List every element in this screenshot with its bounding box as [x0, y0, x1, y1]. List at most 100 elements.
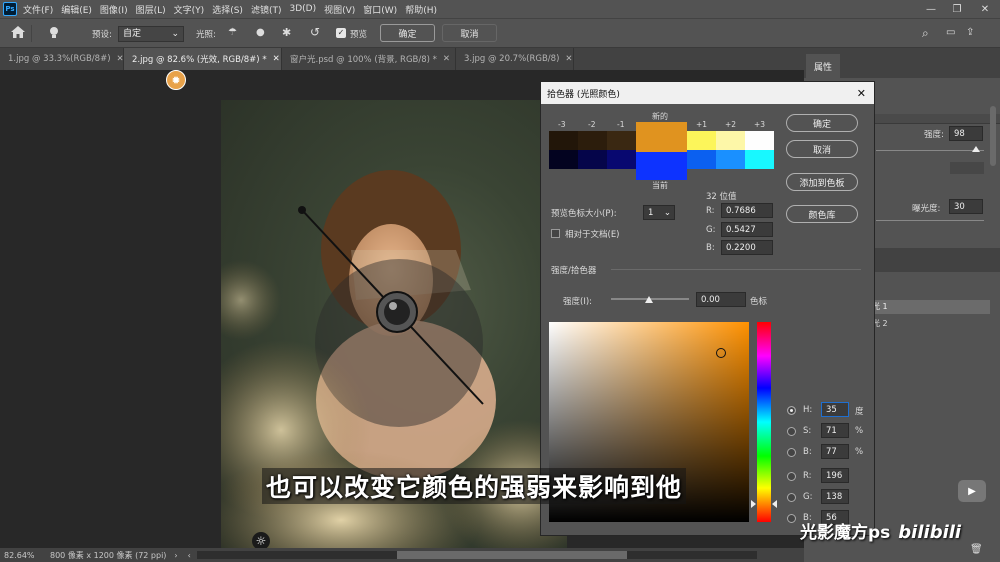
options-cancel-button[interactable]: 取消	[442, 24, 497, 42]
menu-filter[interactable]: 滤镜(T)	[251, 3, 282, 16]
variant-swatch-bottom[interactable]	[716, 150, 745, 169]
variant-swatch-bottom[interactable]	[578, 150, 607, 169]
preset-dropdown[interactable]: 自定 ⌄	[118, 26, 184, 42]
hue-marker-left-icon[interactable]	[751, 500, 756, 508]
color-field-cursor-icon[interactable]	[716, 348, 726, 358]
variant-swatch-top[interactable]	[687, 131, 716, 150]
dialog-cancel-button[interactable]: 取消	[786, 140, 858, 158]
bits-label: 32 位值	[706, 192, 737, 202]
workspace-icon[interactable]: ▭	[946, 27, 955, 38]
menu-3d[interactable]: 3D(D)	[289, 4, 316, 14]
menu-layer[interactable]: 图层(L)	[136, 3, 166, 16]
variant-swatch-bottom[interactable]	[687, 150, 716, 169]
infinite-light-widget-icon[interactable]: ✹	[166, 70, 186, 90]
g-float-field[interactable]: 0.5427	[721, 222, 773, 237]
dialog-ok-button[interactable]: 确定	[786, 114, 858, 132]
rgb-b-radio[interactable]	[787, 514, 796, 523]
tab-doc-2[interactable]: 2.jpg @ 82.6% (光效, RGB/8#) * ✕	[124, 48, 282, 70]
variant-swatch-top[interactable]	[549, 131, 578, 150]
spot-light-icon[interactable]: ☂	[228, 27, 237, 38]
reset-icon[interactable]: ↺	[310, 25, 320, 39]
intensity-field[interactable]: 0.00	[696, 292, 746, 307]
g-field[interactable]: 138	[821, 489, 849, 504]
variant-swatch-top[interactable]	[607, 131, 636, 150]
horizontal-scrollbar[interactable]	[196, 551, 757, 559]
document-tabs: 1.jpg @ 33.3%(RGB/8#) ✕ 2.jpg @ 82.6% (光效…	[0, 48, 804, 70]
b-field[interactable]: 77	[821, 444, 849, 459]
trash-icon[interactable]: 🗑	[970, 544, 983, 555]
relative-to-doc-checkbox[interactable]	[551, 229, 560, 238]
g-radio[interactable]	[787, 493, 796, 502]
tab-doc-3[interactable]: 窗户光.psd @ 100% (背景, RGB/8) * ✕	[282, 48, 456, 70]
relative-to-doc-label: 相对于文档(E)	[565, 230, 620, 240]
tab-doc-3-label: 窗户光.psd @ 100% (背景, RGB/8) *	[290, 55, 437, 65]
dialog-close-icon[interactable]: ✕	[857, 87, 866, 100]
s-field[interactable]: 71	[821, 423, 849, 438]
close-window-icon[interactable]: ✕	[972, 0, 998, 18]
hue-slider[interactable]	[757, 322, 771, 522]
close-tab-icon[interactable]: ✕	[117, 54, 124, 64]
chevron-right-icon[interactable]: ›	[174, 551, 177, 560]
hue-marker-right-icon[interactable]	[772, 500, 777, 508]
preview-size-select[interactable]: 1 ⌄	[643, 205, 675, 220]
home-icon[interactable]	[10, 25, 32, 42]
scrollbar-thumb[interactable]	[396, 551, 627, 559]
menu-type[interactable]: 文字(Y)	[174, 3, 205, 16]
zoom-level[interactable]: 82.64%	[4, 551, 44, 560]
add-to-swatches-button[interactable]: 添加到色板	[786, 173, 858, 191]
menu-bar: Ps 文件(F) 编辑(E) 图像(I) 图层(L) 文字(Y) 选择(S) 滤…	[0, 0, 1000, 18]
preset-value: 自定	[123, 29, 142, 39]
close-tab-icon[interactable]: ✕	[565, 54, 572, 64]
slider-handle-icon[interactable]	[645, 296, 653, 303]
menu-edit[interactable]: 编辑(E)	[61, 3, 92, 16]
panel-scrollbar[interactable]	[990, 106, 996, 166]
scroll-left-icon[interactable]: ‹	[188, 551, 191, 560]
menu-window[interactable]: 窗口(W)	[363, 3, 397, 16]
tab-properties[interactable]: 属性	[806, 54, 840, 78]
slider-handle-icon[interactable]	[972, 146, 980, 152]
preview-checkbox[interactable]: ✓	[336, 28, 346, 38]
panel-color-swatch[interactable]	[950, 162, 984, 174]
preset-label: 预设:	[92, 30, 112, 40]
minimize-icon[interactable]: —	[918, 0, 944, 18]
search-icon[interactable]: ⌕	[922, 26, 929, 41]
menu-select[interactable]: 选择(S)	[212, 3, 243, 16]
light-bulb-tool-icon[interactable]	[48, 26, 60, 43]
close-tab-icon[interactable]: ✕	[273, 54, 280, 64]
menu-help[interactable]: 帮助(H)	[405, 3, 437, 16]
play-icon[interactable]: ▶	[958, 480, 986, 502]
menu-view[interactable]: 视图(V)	[324, 3, 355, 16]
sun-light-icon[interactable]: ☼	[252, 532, 270, 548]
variant-swatch-top[interactable]	[745, 131, 774, 150]
b-radio[interactable]	[787, 448, 796, 457]
r-radio[interactable]	[787, 472, 796, 481]
h-radio[interactable]	[787, 406, 796, 415]
close-tab-icon[interactable]: ✕	[443, 54, 450, 64]
infinite-light-icon[interactable]: ✱	[282, 26, 291, 39]
restore-icon[interactable]: ❐	[944, 0, 970, 18]
panel-intensity-slider[interactable]	[876, 150, 984, 151]
variant-swatch-bottom[interactable]	[549, 150, 578, 169]
r-float-field[interactable]: 0.7686	[721, 203, 773, 218]
current-color-swatch[interactable]	[636, 152, 687, 180]
variant-swatch-bottom[interactable]	[607, 150, 636, 169]
point-light-icon[interactable]: ●	[256, 27, 265, 38]
menu-file[interactable]: 文件(F)	[23, 3, 53, 16]
variant-swatch-top[interactable]	[716, 131, 745, 150]
panel-exposure-field[interactable]: 30	[949, 199, 983, 214]
r-field[interactable]: 196	[821, 468, 849, 483]
b-float-field[interactable]: 0.2200	[721, 240, 773, 255]
share-icon[interactable]: ⇪	[966, 27, 974, 38]
h-field[interactable]: 35	[821, 402, 849, 417]
variant-swatch-top[interactable]	[578, 131, 607, 150]
menu-image[interactable]: 图像(I)	[100, 3, 128, 16]
color-libraries-button[interactable]: 颜色库	[786, 205, 858, 223]
panel-intensity-field[interactable]: 98	[949, 126, 983, 141]
tab-doc-4[interactable]: 3.jpg @ 20.7%(RGB/8) ✕	[456, 48, 574, 70]
tab-doc-1[interactable]: 1.jpg @ 33.3%(RGB/8#) ✕	[0, 48, 124, 70]
variant-swatch-bottom[interactable]	[745, 150, 774, 169]
s-radio[interactable]	[787, 427, 796, 436]
panel-exposure-slider[interactable]	[876, 220, 984, 221]
options-ok-button[interactable]: 确定	[380, 24, 435, 42]
section-divider	[611, 269, 861, 270]
